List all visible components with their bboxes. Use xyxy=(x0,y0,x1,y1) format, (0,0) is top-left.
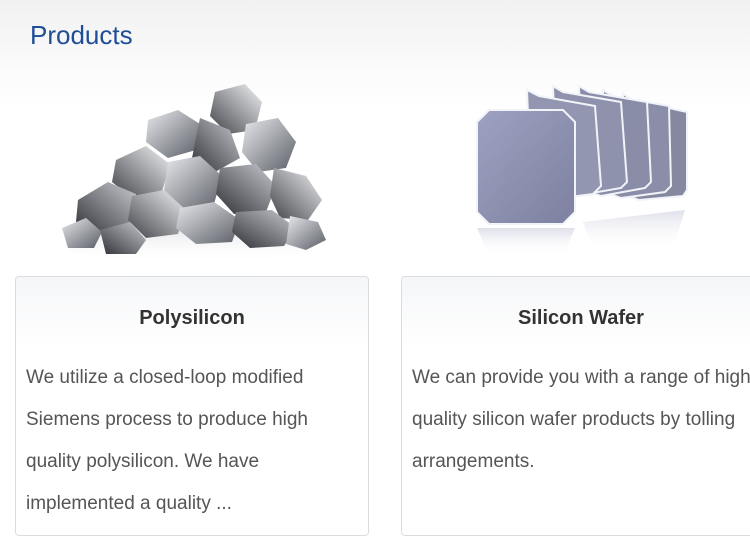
product-card-polysilicon[interactable]: Polysilicon We utilize a closed-loop mod… xyxy=(15,276,369,536)
product-title[interactable]: Polysilicon xyxy=(16,307,368,330)
polysilicon-image[interactable] xyxy=(50,72,335,272)
silicon-wafers-stack-icon xyxy=(476,84,688,256)
polysilicon-chunks-icon xyxy=(62,84,326,264)
section-title: Products xyxy=(30,20,133,50)
product-description: We utilize a closed-loop modified Siemen… xyxy=(26,367,308,514)
product-title[interactable]: Silicon Wafer xyxy=(402,307,750,330)
silicon-wafer-image[interactable] xyxy=(455,72,695,272)
product-description: We can provide you with a range of high … xyxy=(412,367,750,472)
product-card-silicon-wafer[interactable]: Silicon Wafer We can provide you with a … xyxy=(401,276,750,536)
